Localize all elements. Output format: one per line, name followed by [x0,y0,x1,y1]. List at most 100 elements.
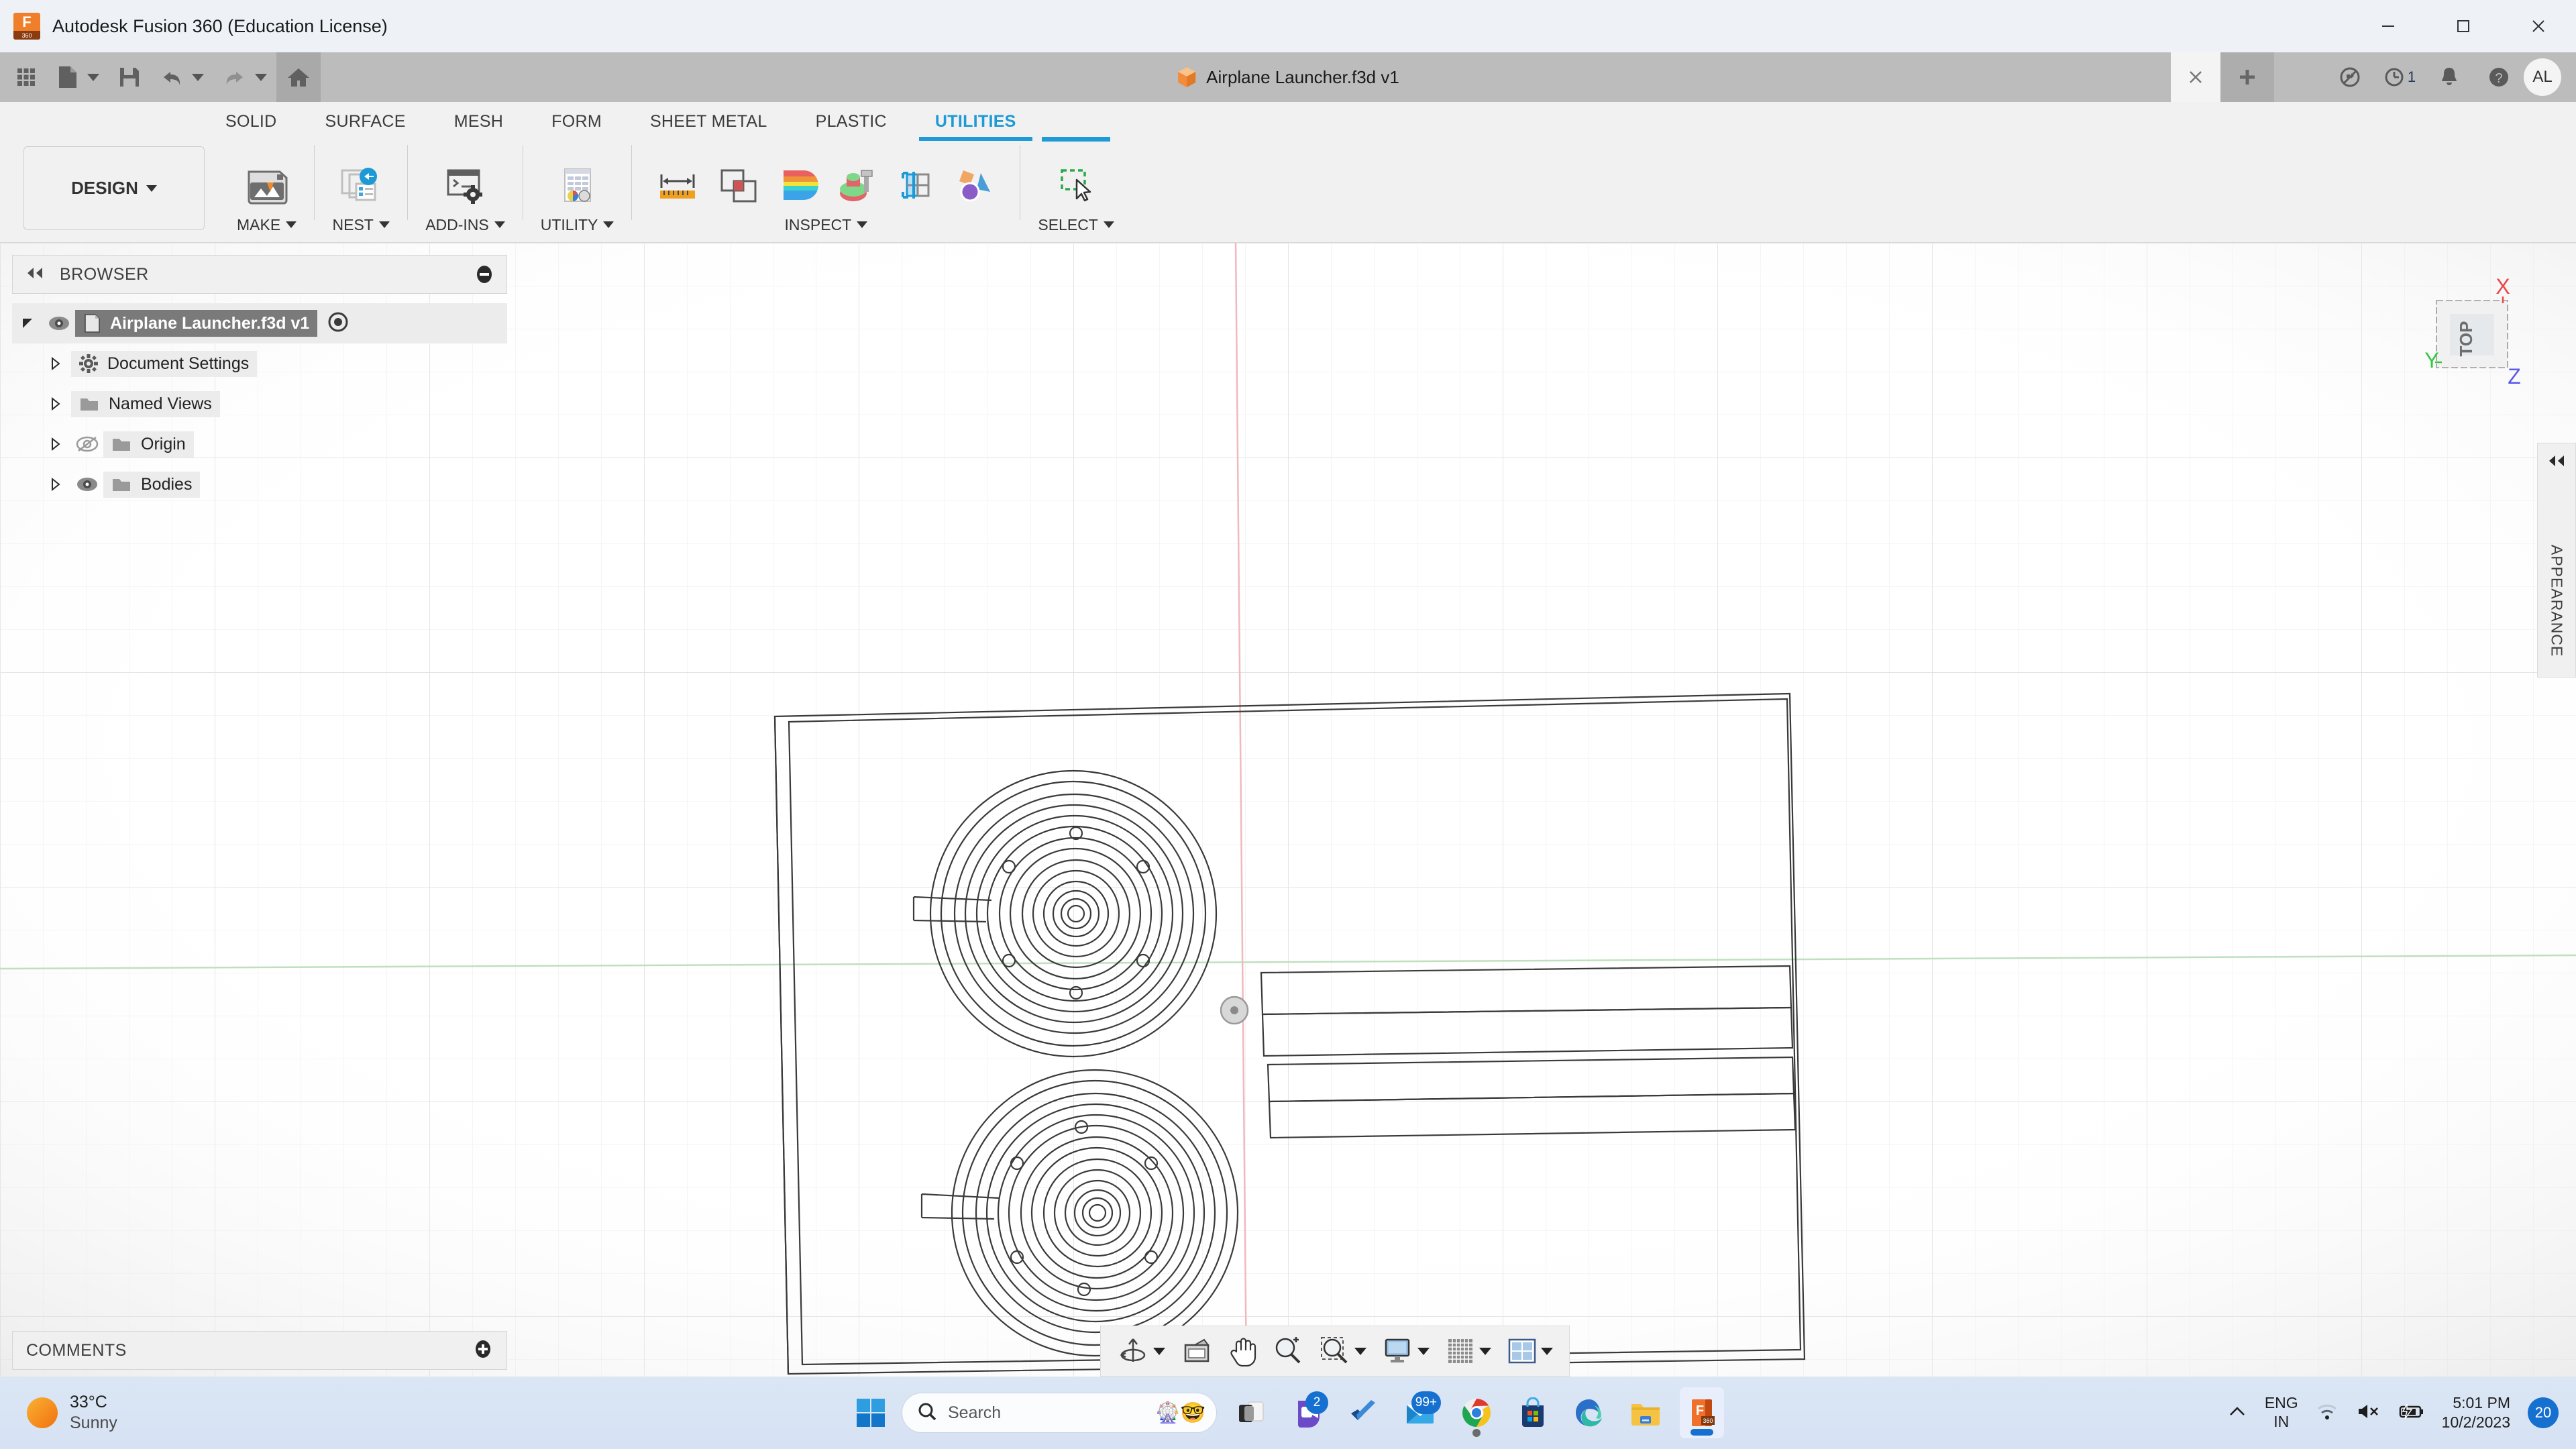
addins-button[interactable] [436,160,494,211]
teams-icon[interactable]: 2 [1285,1387,1330,1438]
todo-icon[interactable] [1342,1387,1386,1438]
avatar[interactable]: AL [2524,58,2561,96]
disclosure-collapsed-icon[interactable] [40,437,71,451]
make-3d-print-button[interactable] [238,160,296,211]
bell-icon[interactable] [2424,52,2474,102]
comments-panel[interactable]: COMMENTS [12,1331,507,1370]
tab-plastic[interactable]: PLASTIC [792,102,911,141]
chevron-down-icon[interactable] [857,221,868,228]
new-file-dropdown-caret[interactable] [87,73,99,81]
document-tab[interactable]: Airplane Launcher.f3d v1 [1159,52,1417,102]
home-icon[interactable] [276,52,321,102]
search-input[interactable]: Search 🎡🤓 [902,1393,1217,1433]
disclosure-collapsed-icon[interactable] [40,396,71,411]
tree-item-origin[interactable]: Origin [12,424,507,464]
plus-circle-icon[interactable] [473,1339,493,1362]
disclosure-expanded-icon[interactable] [12,316,43,331]
chevron-down-icon[interactable] [378,221,390,228]
volume-muted-icon[interactable] [2356,1402,2380,1424]
radio-selected-icon[interactable] [327,311,350,337]
zoom-button[interactable] [1266,1336,1310,1366]
panel-label-addins[interactable]: ADD-INS [425,211,505,238]
mail-icon[interactable]: 99+ [1398,1387,1442,1438]
panel-label-utility[interactable]: UTILITY [541,211,614,238]
microsoft-store-icon[interactable] [1511,1387,1555,1438]
panel-label-make[interactable]: MAKE [237,211,297,238]
close-button[interactable] [2501,0,2576,52]
utility-button[interactable] [550,160,605,211]
chrome-icon[interactable] [1454,1387,1499,1438]
tree-item-document-settings[interactable]: Document Settings [12,343,507,384]
orbit-button[interactable] [1110,1335,1172,1367]
file-explorer-icon[interactable] [1623,1387,1668,1438]
wifi-icon[interactable] [2316,1402,2339,1424]
chevron-down-icon[interactable] [603,221,614,228]
task-view-icon[interactable] [1229,1387,1273,1438]
add-tab-icon[interactable] [2220,52,2274,102]
clock[interactable]: 5:01 PM 10/2/2023 [2442,1393,2510,1432]
disclosure-collapsed-icon[interactable] [40,356,71,371]
minus-circle-icon[interactable] [474,264,494,284]
eye-visible-icon[interactable] [71,476,103,492]
battery-charging-icon[interactable] [2398,1403,2424,1424]
close-tab-icon[interactable] [2171,52,2220,102]
tree-item-bodies[interactable]: Bodies [12,464,507,504]
redo-dropdown-caret[interactable] [255,73,267,81]
chevron-up-icon[interactable] [2227,1404,2247,1422]
component-color-toggle-button[interactable] [947,160,1002,211]
curvature-analysis-button[interactable] [770,160,825,211]
fusion360-taskbar-icon[interactable]: F 360 [1680,1387,1724,1438]
job-status-clock-icon[interactable]: 1 [2375,52,2424,102]
interference-button[interactable] [711,160,766,211]
tab-sheet-metal[interactable]: SHEET METAL [626,102,792,141]
grid-apps-icon[interactable] [5,52,47,102]
grid-snaps-button[interactable] [1439,1336,1498,1366]
chevron-down-icon[interactable] [146,184,157,192]
measure-button[interactable] [649,160,707,211]
disclosure-collapsed-icon[interactable] [40,477,71,492]
tab-form[interactable]: FORM [527,102,626,141]
section-analysis-button[interactable] [888,160,943,211]
chevron-down-icon[interactable] [1417,1347,1430,1355]
panel-label-select[interactable]: SELECT [1038,211,1114,238]
cloud-offline-icon[interactable] [2325,52,2375,102]
tab-solid[interactable]: SOLID [201,102,301,141]
view-cube[interactable]: TOP X Y Z [2408,268,2556,416]
zebra-analysis-button[interactable] [829,160,884,211]
eye-hidden-icon[interactable] [71,436,103,452]
chevron-down-icon[interactable] [494,221,505,228]
maximize-button[interactable] [2426,0,2501,52]
workspace-switcher-design[interactable]: DESIGN [23,146,205,230]
select-button[interactable] [1047,160,1105,211]
viewport-layout-button[interactable] [1501,1338,1560,1364]
edge-icon[interactable] [1567,1387,1611,1438]
tab-surface[interactable]: SURFACE [301,102,430,141]
chevron-down-icon[interactable] [1354,1347,1366,1355]
new-file-icon[interactable] [47,52,109,102]
appearance-panel-rail[interactable]: APPEARANCE [2537,443,2576,678]
tab-utilities[interactable]: UTILITIES [911,102,1040,141]
tree-item-named-views[interactable]: Named Views [12,384,507,424]
tab-mesh[interactable]: MESH [430,102,527,141]
chevron-down-icon[interactable] [1479,1347,1491,1355]
nest-button[interactable] [332,160,390,211]
panel-label-nest[interactable]: NEST [333,211,390,238]
notification-count-badge[interactable]: 20 [2528,1397,2559,1428]
pan-button[interactable] [1222,1336,1263,1366]
collapse-left-icon[interactable] [25,266,45,283]
help-question-icon[interactable]: ? [2474,52,2524,102]
language-indicator[interactable]: ENG IN [2265,1394,2298,1431]
redo-icon[interactable] [213,52,276,102]
minimize-button[interactable] [2351,0,2426,52]
zoom-window-button[interactable] [1313,1336,1373,1366]
chevron-down-icon[interactable] [1541,1347,1553,1355]
eye-visible-icon[interactable] [43,315,75,331]
windows-start-icon[interactable] [852,1394,890,1432]
undo-dropdown-caret[interactable] [192,73,204,81]
weather-widget[interactable]: 33°C Sunny [27,1392,117,1434]
display-settings-button[interactable] [1376,1337,1436,1365]
undo-icon[interactable] [150,52,213,102]
tree-item-root[interactable]: Airplane Launcher.f3d v1 [12,303,507,343]
collapse-right-icon[interactable] [2546,454,2567,471]
panel-label-inspect[interactable]: INSPECT [785,211,868,238]
